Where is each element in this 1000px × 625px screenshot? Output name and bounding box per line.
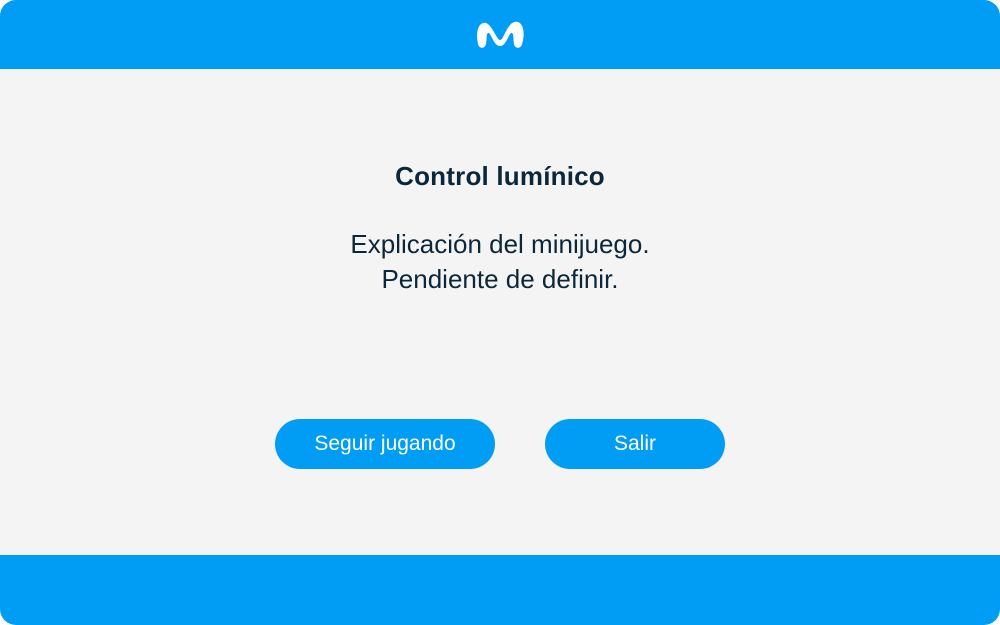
game-window: Control lumínico Explicación del minijue… <box>0 0 1000 625</box>
continue-playing-button[interactable]: Seguir jugando <box>275 419 495 469</box>
dialog-panel: Control lumínico Explicación del minijue… <box>0 69 1000 555</box>
dialog-description: Explicación del minijuego. Pendiente de … <box>0 227 1000 297</box>
movistar-logo-icon <box>477 21 524 48</box>
exit-button[interactable]: Salir <box>545 419 725 469</box>
dialog-title: Control lumínico <box>395 161 605 191</box>
bottom-bar <box>0 555 1000 625</box>
top-bar <box>0 0 1000 69</box>
description-line: Pendiente de definir. <box>381 264 619 294</box>
description-line: Explicación del minijuego. <box>350 229 650 259</box>
